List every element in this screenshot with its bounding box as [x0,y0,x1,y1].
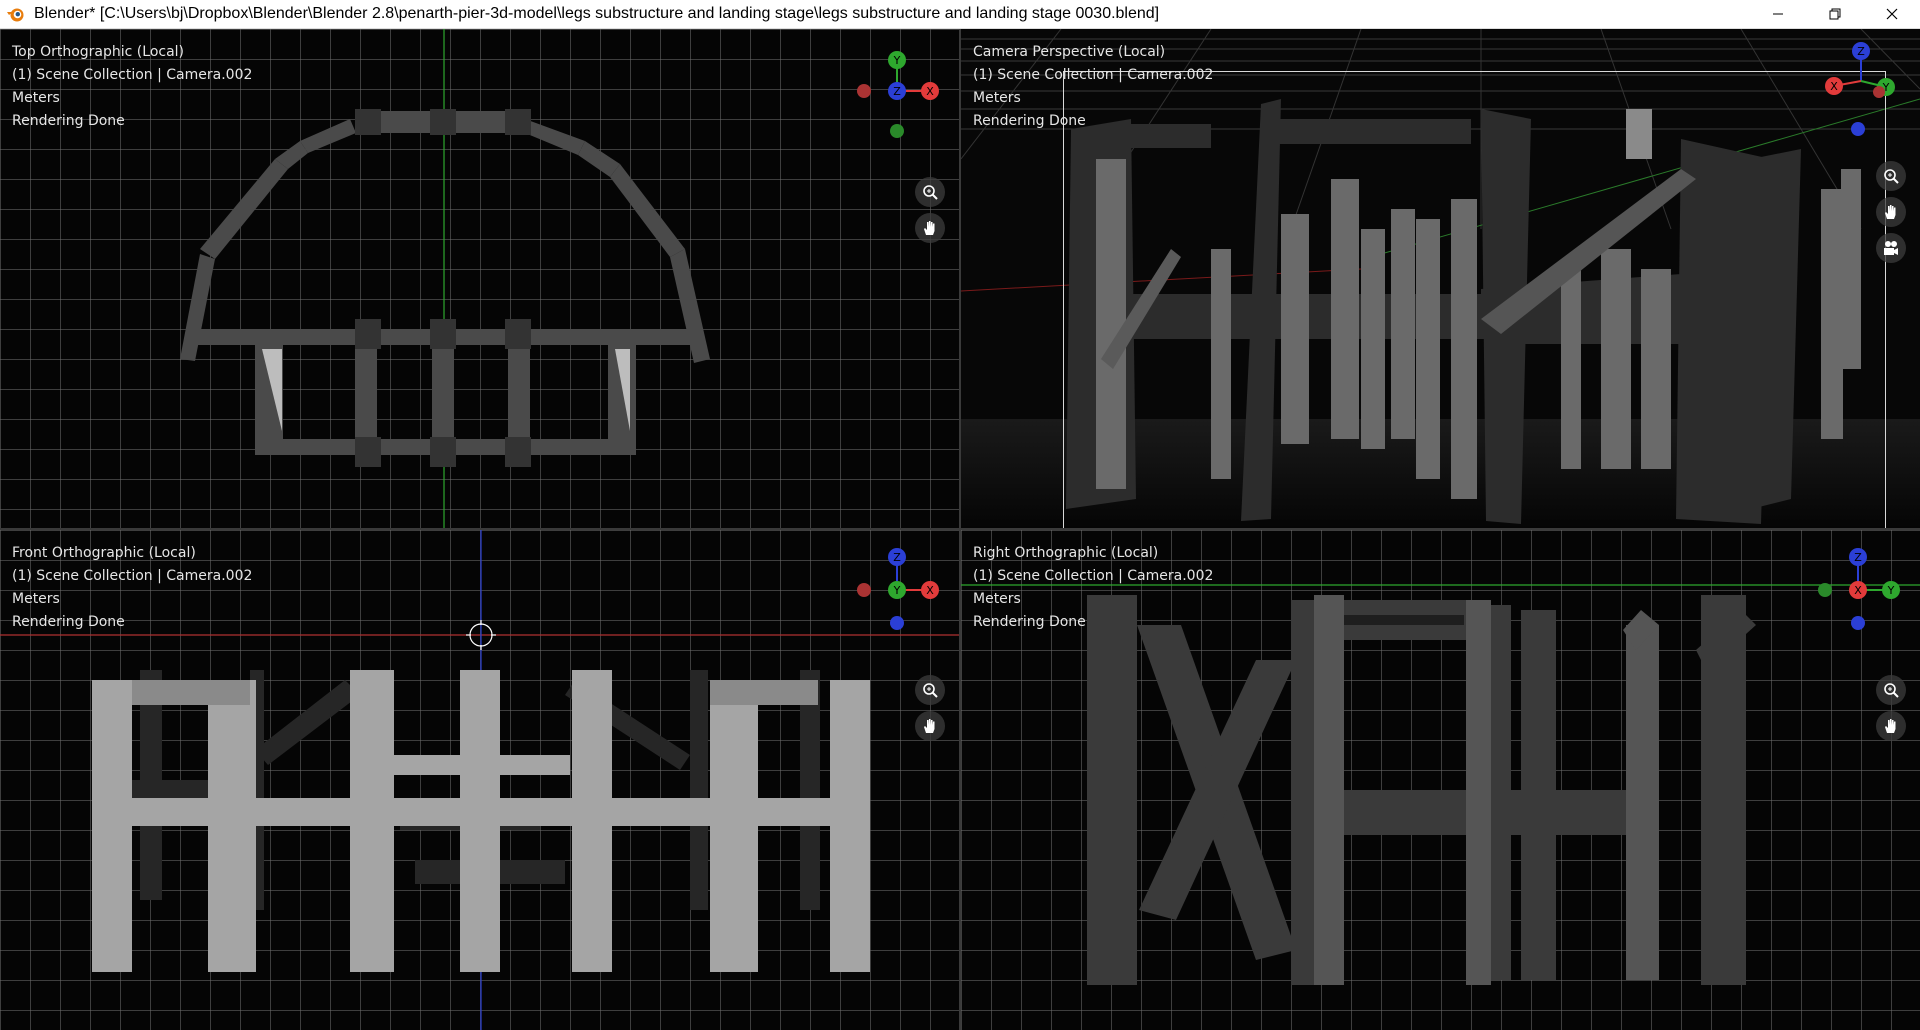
navigation-gizmo[interactable]: Y X Z [845,41,945,141]
gizmo-y-label: Y [1887,584,1895,597]
camera-view-button[interactable] [1876,233,1906,263]
camera-frame [1063,71,1886,528]
viewport-right-orthographic[interactable]: Right Orthographic (Local) (1) Scene Col… [961,530,1920,1030]
close-icon [1886,8,1897,20]
top-view-model [180,29,710,528]
pan-hand-icon [924,221,935,235]
blender-logo-icon [7,8,24,22]
viewport-workspace: Top Orthographic (Local) (1) Scene Colle… [0,29,1920,1030]
window-controls [1749,0,1920,29]
zoom-button[interactable] [915,675,945,705]
pan-hand-icon [924,719,935,733]
viewport-camera-perspective[interactable]: Camera Perspective (Local) (1) Scene Col… [961,29,1920,528]
navigation-gizmo[interactable]: Z X Y [1806,540,1906,640]
gizmo-z-label: Z [893,85,901,98]
zoom-icon [1884,683,1899,698]
zoom-icon [923,185,938,200]
minimize-icon [1772,13,1783,15]
gizmo-x-label: X [1854,584,1862,597]
restore-icon [1829,8,1840,20]
gizmo-x-label: X [926,584,934,597]
close-button[interactable] [1863,0,1920,29]
zoom-button[interactable] [1876,161,1906,191]
window-titlebar: Blender* [C:\Users\bj\Dropbox\Blender\Bl… [0,0,1920,29]
gizmo-y-label: Y [893,584,901,597]
restore-button[interactable] [1806,0,1863,29]
navigation-gizmo[interactable]: Z X Y [1806,41,1906,141]
front-view-model [0,530,959,1030]
viewport-front-orthographic[interactable]: Front Orthographic (Local) (1) Scene Col… [0,530,959,1030]
right-view-model [961,584,1920,985]
pan-button[interactable] [1876,197,1906,227]
pan-hand-icon [1885,205,1896,219]
pan-button[interactable] [915,711,945,741]
gizmo-x-label: X [1830,80,1838,93]
navigation-gizmo[interactable]: Z Y X [845,540,945,640]
viewport-top-orthographic[interactable]: Top Orthographic (Local) (1) Scene Colle… [0,29,959,528]
pan-button[interactable] [915,213,945,243]
gizmo-z-label: Z [1854,551,1862,564]
window-title: Blender* [C:\Users\bj\Dropbox\Blender\Bl… [34,5,1160,22]
gizmo-z-label: Z [1857,45,1865,58]
zoom-button[interactable] [915,177,945,207]
gizmo-x-label: X [926,85,934,98]
gizmo-z-label: Z [893,551,901,564]
gizmo-y-label: Y [893,54,901,67]
zoom-icon [923,683,938,698]
pan-hand-icon [1885,719,1896,733]
zoom-icon [1884,169,1899,184]
pan-button[interactable] [1876,711,1906,741]
camera-icon [1884,241,1898,255]
minimize-button[interactable] [1749,0,1806,29]
zoom-button[interactable] [1876,675,1906,705]
